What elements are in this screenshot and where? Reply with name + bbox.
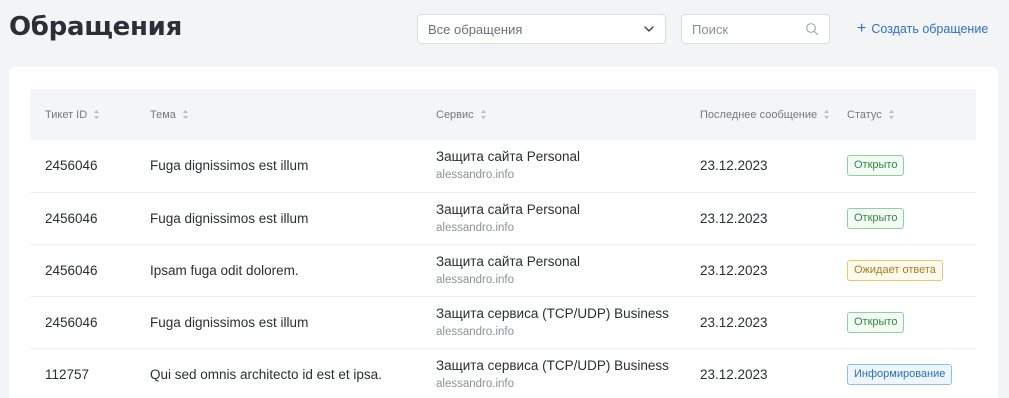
status-cell: Открыто (832, 296, 976, 348)
service-host: alessandro.info (436, 325, 514, 338)
ticket-filter-select[interactable]: Все обращения (417, 14, 666, 44)
last-message-cell: 23.12.2023 (700, 314, 768, 330)
topic-cell[interactable]: Fuga dignissimos est illum (135, 296, 421, 348)
search-icon (806, 23, 819, 36)
service-host: alessandro.info (436, 169, 514, 182)
status-cell: Информирование (832, 348, 976, 398)
ticket-id-cell: 2456046 (45, 210, 98, 226)
topic-cell[interactable]: Fuga dignissimos est illum (135, 140, 421, 192)
service-name: Защита сервиса (TCP/UDP) Business (436, 305, 669, 321)
column-label: Тикет ID (45, 108, 88, 121)
column-label: Последнее сообщение (700, 108, 818, 121)
ticket-id-cell: 2456046 (45, 314, 98, 330)
service-cell: Защита сайта Personal alessandro.info (421, 244, 685, 296)
column-service[interactable]: Сервис (421, 89, 685, 140)
column-label: Сервис (436, 108, 474, 121)
table-row[interactable]: 2456046 Fuga dignissimos est illum Защита … (30, 296, 976, 348)
last-message-cell: 23.12.2023 (700, 262, 768, 278)
status-cell: Ожидает ответа (832, 244, 976, 296)
status-cell: Открыто (832, 192, 976, 244)
last-message-cell: 23.12.2023 (700, 366, 768, 382)
status-badge: Информирование (847, 363, 953, 385)
table-body: 2456046 Fuga dignissimos est illum Защита … (30, 140, 976, 398)
ticket-id-cell: 2456046 (45, 158, 98, 174)
create-ticket-button[interactable]: + Создать обращение (857, 20, 988, 38)
status-badge: Открыто (847, 207, 905, 229)
service-name: Защита сервиса (TCP/UDP) Business (436, 357, 669, 373)
tickets-card: Тикет ID Тема Сервис Последнее сообщение Ста… (9, 67, 998, 398)
create-ticket-label: Создать обращение (871, 22, 989, 36)
topic-cell[interactable]: Ipsam fuga odit dolorem. (135, 244, 421, 296)
column-label: Статус (847, 108, 882, 121)
service-cell: Защита сервиса (TCP/UDP) Business alessan… (421, 348, 685, 398)
chevron-down-icon (644, 26, 654, 32)
column-label: Тема (150, 108, 176, 121)
last-message-cell: 23.12.2023 (700, 210, 768, 226)
sort-icon[interactable] (888, 109, 895, 120)
ticket-id-cell: 112757 (45, 366, 90, 382)
sort-icon[interactable] (182, 109, 189, 120)
sort-icon[interactable] (823, 109, 830, 120)
service-name: Защита сайта Personal (436, 201, 580, 217)
sort-icon[interactable] (480, 109, 487, 120)
service-name: Защита сайта Personal (436, 253, 580, 269)
ticket-id-cell: 2456046 (45, 262, 98, 278)
search-box[interactable] (681, 14, 830, 44)
tickets-table: Тикет ID Тема Сервис Последнее сообщение Ста… (30, 89, 976, 398)
column-last-message[interactable]: Последнее сообщение (685, 89, 832, 140)
service-host: alessandro.info (436, 377, 514, 390)
status-cell: Открыто (832, 140, 976, 192)
table-row[interactable]: 2456046 Ipsam fuga odit dolorem. Защита са… (30, 244, 976, 296)
filter-value: Все обращения (428, 21, 523, 37)
service-cell: Защита сайта Personal alessandro.info (421, 192, 685, 244)
table-row[interactable]: 2456046 Fuga dignissimos est illum Защита … (30, 192, 976, 244)
page-title: Обращения (9, 12, 182, 42)
column-ticket-id[interactable]: Тикет ID (30, 89, 135, 140)
service-host: alessandro.info (436, 221, 514, 234)
topic-cell[interactable]: Qui sed omnis architecto id est et ipsa. (135, 348, 421, 398)
last-message-cell: 23.12.2023 (700, 158, 768, 174)
table-row[interactable]: 112757 Qui sed omnis architecto id est et… (30, 348, 976, 398)
status-badge: Ожидает ответа (847, 259, 943, 281)
service-cell: Защита сервиса (TCP/UDP) Business alessan… (421, 296, 685, 348)
service-name: Защита сайта Personal (436, 149, 580, 165)
column-status[interactable]: Статус (832, 89, 976, 140)
column-topic[interactable]: Тема (135, 89, 421, 140)
search-input[interactable] (692, 21, 805, 37)
table-row[interactable]: 2456046 Fuga dignissimos est illum Защита … (30, 140, 976, 192)
plus-icon: + (857, 20, 867, 37)
status-badge: Открыто (847, 155, 905, 177)
service-host: alessandro.info (436, 273, 514, 286)
table-header-row: Тикет ID Тема Сервис Последнее сообщение Ста… (30, 89, 976, 140)
topic-cell[interactable]: Fuga dignissimos est illum (135, 192, 421, 244)
status-badge: Открыто (847, 311, 905, 333)
service-cell: Защита сайта Personal alessandro.info (421, 140, 685, 192)
sort-icon[interactable] (93, 109, 100, 120)
